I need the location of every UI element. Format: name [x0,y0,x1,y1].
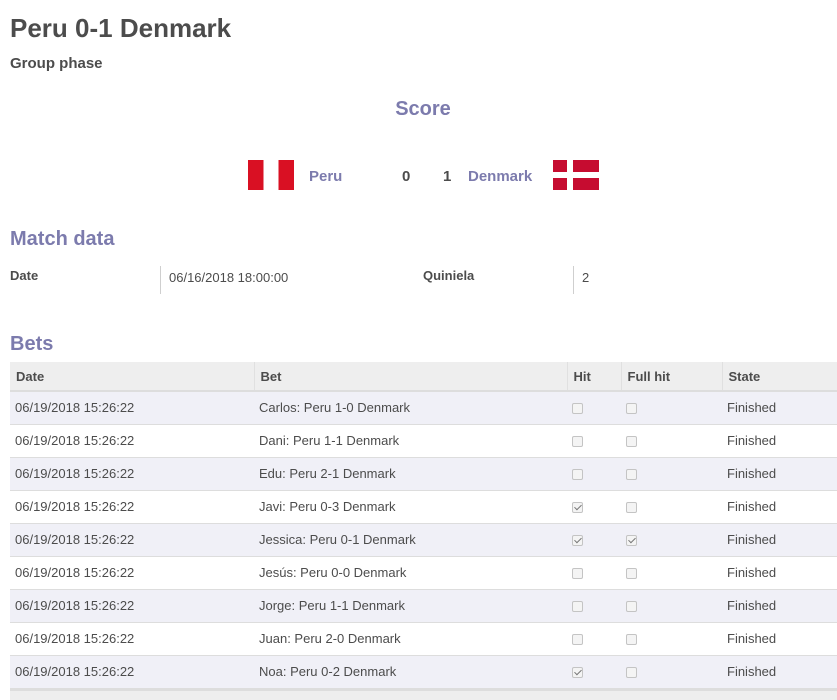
full-hit-checkbox-icon [626,667,637,679]
hit-checkbox-icon [572,568,583,580]
hit-checkbox-icon [572,436,583,448]
hit-cell [567,457,621,491]
table-row[interactable]: 06/19/2018 15:26:22 Edu: Peru 2-1 Denmark… [10,457,837,491]
hit-cell [567,556,621,590]
home-goals: 0 [402,168,411,185]
column-header-bet[interactable]: Bet [253,362,567,392]
page-title: Peru 0-1 Denmark [10,13,232,43]
bet-text: Dani: Peru 1-1 Denmark [254,424,567,458]
bets-table: Date Bet Hit Full hit State 06/19/2018 1… [10,362,837,689]
hit-checkbox-icon [572,667,583,679]
table-row[interactable]: 06/19/2018 15:26:22 Carlos: Peru 1-0 Denm… [10,391,837,425]
bet-state: Finished [722,490,837,524]
bet-state: Finished [722,589,837,623]
full-hit-checkbox-icon [626,568,637,580]
bet-text: Javi: Peru 0-3 Denmark [254,490,567,524]
bet-text: Jorge: Peru 1-1 Denmark [254,589,567,623]
bets-heading: Bets [10,333,54,355]
hit-cell [567,490,621,524]
hit-checkbox-icon [572,601,583,613]
full-hit-checkbox-icon [626,403,637,415]
full-hit-cell [621,556,722,590]
full-hit-cell [621,424,722,458]
bet-date: 06/19/2018 15:26:22 [10,523,254,557]
bet-date: 06/19/2018 15:26:22 [10,556,254,590]
table-row[interactable]: 06/19/2018 15:26:22 Noa: Peru 0-2 Denmark… [10,655,837,689]
full-hit-cell [621,523,722,557]
hit-cell [567,424,621,458]
bet-text: Jessica: Peru 0-1 Denmark [254,523,567,557]
bet-text: Edu: Peru 2-1 Denmark [254,457,567,491]
full-hit-checkbox-icon [626,601,637,613]
bet-state: Finished [722,457,837,491]
full-hit-cell [621,457,722,491]
full-hit-cell [621,490,722,524]
table-row[interactable]: 06/19/2018 15:26:22 Juan: Peru 2-0 Denmar… [10,622,837,656]
bet-date: 06/19/2018 15:26:22 [10,589,254,623]
column-header-date[interactable]: Date [10,362,254,392]
bet-state: Finished [722,424,837,458]
bet-date: 06/19/2018 15:26:22 [10,655,254,689]
bet-date: 06/19/2018 15:26:22 [10,424,254,458]
score-heading: Score [395,98,451,120]
away-team-name: Denmark [468,168,533,185]
full-hit-cell [621,622,722,656]
table-footer [10,689,837,700]
peru-flag-icon [248,160,294,190]
date-label: Date [10,268,39,283]
bet-date: 06/19/2018 15:26:22 [10,457,254,491]
date-value: 06/16/2018 18:00:00 [169,270,289,285]
hit-checkbox-icon [572,535,583,547]
hit-checkbox-icon [572,469,583,481]
quiniela-value: 2 [582,270,590,285]
column-header-state[interactable]: State [721,362,837,392]
hit-checkbox-icon [572,634,583,646]
hit-cell [567,589,621,623]
table-row[interactable]: 06/19/2018 15:26:22 Javi: Peru 0-3 Denmar… [10,490,837,524]
table-row[interactable]: 06/19/2018 15:26:22 Dani: Peru 1-1 Denmar… [10,424,837,458]
bet-text: Juan: Peru 2-0 Denmark [254,622,567,656]
full-hit-cell [621,391,722,425]
quiniela-label: Quiniela [423,268,475,283]
bet-date: 06/19/2018 15:26:22 [10,622,254,656]
hit-cell [567,655,621,689]
field-divider [160,266,161,294]
full-hit-checkbox-icon [626,469,637,481]
away-goals: 1 [443,168,452,185]
match-data-heading: Match data [10,228,115,250]
bet-state: Finished [722,556,837,590]
bet-text: Carlos: Peru 1-0 Denmark [254,391,567,425]
bet-state: Finished [722,523,837,557]
hit-cell [567,523,621,557]
column-header-full-hit[interactable]: Full hit [620,362,722,392]
bet-state: Finished [722,622,837,656]
bet-state: Finished [722,655,837,689]
full-hit-checkbox-icon [626,502,637,514]
table-row[interactable]: 06/19/2018 15:26:22 Jessica: Peru 0-1 Den… [10,523,837,557]
table-row[interactable]: 06/19/2018 15:26:22 Jorge: Peru 1-1 Denma… [10,589,837,623]
denmark-flag-icon [553,160,599,190]
field-divider [573,266,574,294]
table-header-row: Date Bet Hit Full hit State [10,362,837,392]
column-header-hit[interactable]: Hit [566,362,621,392]
bet-text: Jesús: Peru 0-0 Denmark [254,556,567,590]
bet-state: Finished [722,391,837,425]
bet-date: 06/19/2018 15:26:22 [10,391,254,425]
table-row[interactable]: 06/19/2018 15:26:22 Jesús: Peru 0-0 Denma… [10,556,837,590]
full-hit-cell [621,655,722,689]
full-hit-checkbox-icon [626,535,637,547]
hit-checkbox-icon [572,403,583,415]
full-hit-checkbox-icon [626,634,637,646]
home-team-name: Peru [309,168,343,185]
hit-cell [567,622,621,656]
full-hit-checkbox-icon [626,436,637,448]
hit-checkbox-icon [572,502,583,514]
full-hit-cell [621,589,722,623]
match-phase: Group phase [10,55,103,72]
hit-cell [567,391,621,425]
bet-date: 06/19/2018 15:26:22 [10,490,254,524]
bet-text: Noa: Peru 0-2 Denmark [254,655,567,689]
